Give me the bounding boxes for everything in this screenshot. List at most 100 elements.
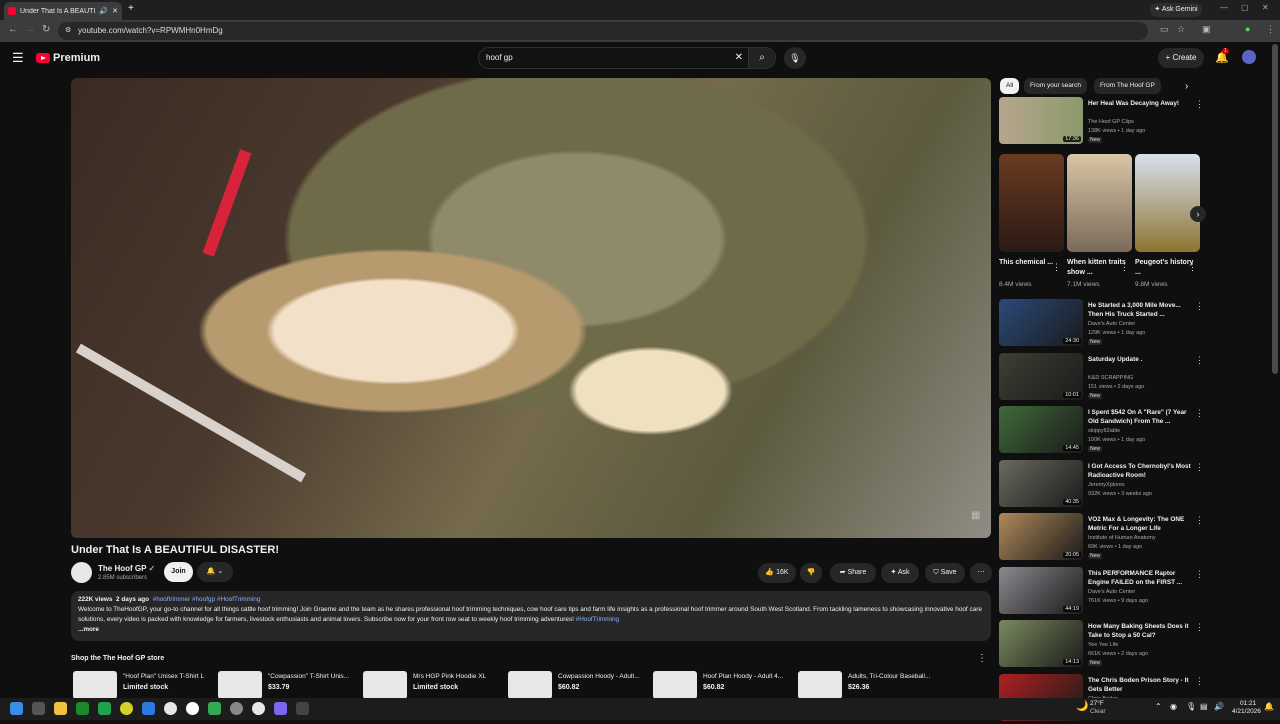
account-avatar[interactable] (1242, 50, 1256, 64)
chrome-icon[interactable] (164, 702, 177, 715)
video-menu-icon[interactable]: ⋮ (1195, 676, 1204, 687)
extensions-icon[interactable]: ▣ (1202, 24, 1211, 35)
voice-search-button[interactable]: 🎙 (784, 47, 806, 69)
ask-button[interactable]: ✦ Ask (881, 563, 919, 583)
channel-avatar[interactable] (71, 562, 92, 583)
product-image[interactable] (798, 671, 842, 699)
chip-from-the-hoof-gp[interactable]: From The Hoof GP (1094, 78, 1161, 94)
video-menu-icon[interactable]: ⋮ (1195, 408, 1204, 419)
shop-product[interactable]: "Cowpassion" T-Shirt Unis... $33.79 (216, 671, 358, 701)
channel-watermark-icon[interactable]: ▦ (971, 510, 980, 521)
chips-next-chevron-icon[interactable]: › (1185, 81, 1188, 92)
video-menu-icon[interactable]: ⋮ (1195, 355, 1204, 366)
app-icon[interactable] (120, 702, 133, 715)
share-button[interactable]: ➦ Share (830, 563, 876, 583)
tray-app-icon[interactable]: ◉ (1170, 702, 1177, 711)
app-icon[interactable] (186, 702, 199, 715)
clock-date[interactable]: 4/21/2026 (1232, 708, 1261, 715)
new-tab-button[interactable]: + (128, 3, 134, 14)
sidebar-video-item[interactable]: 40:35 I Got Access To Chernobyl's Most Ra… (999, 459, 1204, 510)
short-menu-icon[interactable]: ⋮ (1188, 262, 1197, 273)
xbox-icon[interactable] (76, 702, 89, 715)
close-window-button[interactable]: ✕ (1262, 3, 1269, 12)
app-icon[interactable] (142, 702, 155, 715)
excel-icon[interactable] (98, 702, 111, 715)
dislike-button[interactable]: 👎 (800, 563, 822, 583)
video-menu-icon[interactable]: ⋮ (1195, 515, 1204, 526)
subscribe-bell-button[interactable]: 🔔 ⌄ (197, 562, 233, 582)
volume-icon[interactable]: 🔊 (1214, 702, 1224, 711)
site-info-icon[interactable]: ⚙ (65, 22, 71, 40)
more-actions-button[interactable]: ⋯ (970, 563, 992, 583)
video-menu-icon[interactable]: ⋮ (1195, 301, 1204, 312)
page-scrollbar[interactable] (1272, 44, 1278, 374)
app-icon[interactable] (230, 702, 243, 715)
youtube-logo[interactable]: Premium (36, 52, 100, 64)
play-icon[interactable] (208, 702, 221, 715)
start-icon[interactable] (10, 702, 23, 715)
hamburger-menu-icon[interactable]: ☰ (12, 50, 24, 66)
search-input[interactable]: hoof gp ✕ (478, 47, 750, 69)
browser-menu-icon[interactable]: ⋮ (1266, 24, 1275, 35)
short-thumbnail[interactable] (1135, 154, 1200, 252)
create-button[interactable]: + Create (1158, 48, 1204, 68)
browser-tab[interactable]: Under That Is A BEAUTIFUL DISASTER! 🔊 ✕ (4, 2, 122, 20)
audio-icon[interactable]: 🔊 (99, 7, 108, 15)
shop-product[interactable]: "Hoof Plan" Unisex T-Shirt L Limited stoc… (71, 671, 213, 701)
task-view-icon[interactable] (32, 702, 45, 715)
cast-icon[interactable]: ▭ (1160, 24, 1169, 35)
sidebar-video-item[interactable]: 20:05 VO2 Max & Longevity: The ONE Metric… (999, 513, 1204, 563)
weather-icon[interactable]: 🌙 (1076, 701, 1088, 712)
join-button[interactable]: Join (164, 562, 193, 582)
file-explorer-icon[interactable] (54, 702, 67, 715)
minimize-button[interactable]: — (1220, 3, 1228, 12)
sidebar-video-item[interactable]: 10:01 Saturday Update . K&D SCRAPPING 151 v… (999, 352, 1204, 403)
video-menu-icon[interactable]: ⋮ (1195, 622, 1204, 633)
app-icon[interactable] (274, 702, 287, 715)
like-button[interactable]: 👍 16K (758, 563, 796, 583)
short-thumbnail[interactable] (1067, 154, 1132, 252)
shop-product[interactable]: Adults, Tri-Colour Baseball... $26.36 (796, 671, 938, 701)
search-button[interactable]: ⌕ (748, 47, 776, 69)
product-image[interactable] (363, 671, 407, 699)
product-image[interactable] (653, 671, 697, 699)
app-icon[interactable] (296, 702, 309, 715)
maximize-button[interactable]: ▢ (1241, 3, 1249, 12)
short-menu-icon[interactable]: ⋮ (1052, 262, 1061, 273)
chip-all[interactable]: All (1000, 78, 1020, 94)
url-field[interactable]: ⚙ youtube.com/watch?v=RPWMHn0HmDg (58, 22, 1148, 40)
product-image[interactable] (73, 671, 117, 699)
chrome-active-icon[interactable] (252, 702, 265, 715)
shorts-next-chevron-icon[interactable]: › (1190, 206, 1206, 222)
video-menu-icon[interactable]: ⋮ (1195, 462, 1204, 473)
video-menu-icon[interactable]: ⋮ (1195, 99, 1204, 110)
short-menu-icon[interactable]: ⋮ (1120, 262, 1129, 273)
sidebar-video-item[interactable]: 24:30 He Started a 3,000 Mile Move... The… (999, 299, 1204, 349)
ask-gemini-button[interactable]: ✦ Ask Gemini (1150, 3, 1202, 17)
profile-icon[interactable]: ● (1245, 24, 1250, 34)
description-hashtag-link[interactable]: #HoofTrimming (576, 616, 619, 623)
clear-search-icon[interactable]: ✕ (735, 48, 743, 68)
notifications-icon[interactable]: 🔔 (1264, 702, 1274, 711)
shop-product[interactable]: Mrs HGP Pink Hoodie XL Limited stock (361, 671, 503, 701)
save-button[interactable]: ⛉ Save (925, 563, 965, 583)
hashtags[interactable]: #hooftrimmer #hoofgp #HoofTrimming (153, 596, 261, 603)
sidebar-video-item[interactable]: 14:13 How Many Baking Sheets Does it Take… (999, 620, 1204, 670)
chip-from-your-search[interactable]: From your search (1024, 78, 1087, 94)
shop-more-icon[interactable]: ⋮ (977, 653, 987, 664)
video-player[interactable]: ▦ (71, 78, 991, 538)
product-image[interactable] (508, 671, 552, 699)
reload-icon[interactable]: ↻ (42, 24, 50, 35)
bookmark-star-icon[interactable]: ☆ (1177, 24, 1185, 35)
description-box[interactable]: 222K views 2 days ago #hooftrimmer #hoof… (71, 591, 991, 641)
microphone-icon[interactable]: 🎙 (1186, 702, 1196, 711)
shop-product[interactable]: Cowpassion Hoody - Adult... $60.82 (506, 671, 648, 701)
forward-icon[interactable]: → (25, 24, 35, 35)
product-image[interactable] (218, 671, 262, 699)
back-icon[interactable]: ← (8, 24, 18, 35)
sidebar-video-item[interactable]: 44:19 This PERFORMANCE Raptor Engine FAIL… (999, 566, 1204, 617)
channel-name[interactable]: The Hoof GP ✓ (98, 564, 155, 573)
network-icon[interactable]: ▤ (1200, 702, 1208, 711)
short-thumbnail[interactable] (999, 154, 1064, 252)
show-more-link[interactable]: ...more (78, 625, 984, 635)
